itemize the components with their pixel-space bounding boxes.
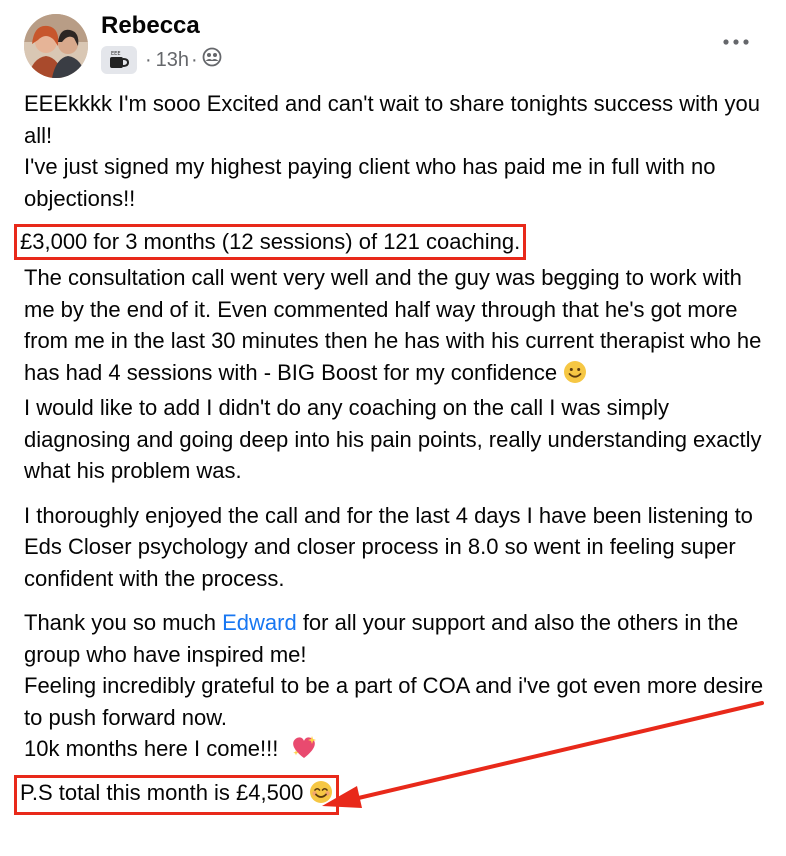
group-members-icon (202, 47, 222, 73)
post-text-enjoyed: I thoroughly enjoyed the call and for th… (24, 502, 753, 591)
post-text-thanks-start: Thank you so much (24, 610, 223, 635)
avatar-photo (24, 14, 88, 78)
meta-separator: · (145, 48, 152, 71)
sparkling-heart-icon (290, 734, 318, 769)
post-text-diagnosing: I would like to add I didn't do any coac… (24, 395, 762, 483)
post-body: EEEkkkk I'm sooo Excited and can't wait … (14, 88, 770, 815)
avatar[interactable] (24, 14, 88, 78)
mention-link-edward[interactable]: Edward (222, 610, 297, 635)
post-meta: EEE · 13h · (101, 46, 222, 74)
more-options-button[interactable] (718, 30, 754, 54)
meta-separator-2: · (191, 48, 198, 71)
highlight-box-total: P.S total this month is £4,500 (14, 774, 340, 815)
timestamp[interactable]: 13h (156, 49, 189, 72)
post-text-consultation: The consultation call went very well and… (24, 265, 762, 385)
post-text-total: P.S total this month is £4,500 (20, 779, 304, 805)
highlight-box-price: £3,000 for 3 months (12 sessions) of 121… (14, 224, 527, 260)
post-text-10k: 10k months here I come!!! (24, 736, 279, 761)
smiling-face-icon (563, 360, 587, 393)
smiling-eyes-icon (309, 780, 333, 812)
facebook-post: Rebecca EEE · 13h · EEEkkkk I'm sooo Exc… (0, 0, 786, 856)
more-options-icon (723, 39, 749, 45)
post-text-intro: EEEkkkk I'm sooo Excited and can't wait … (24, 91, 760, 148)
post-text-signed: I've just signed my highest paying clien… (24, 154, 716, 211)
coffee-mug-badge-icon[interactable]: EEE (101, 46, 137, 74)
post-text-grateful: Feeling incredibly grateful to be a part… (24, 673, 764, 730)
svg-text:EEE: EEE (111, 51, 120, 57)
author-name[interactable]: Rebecca (101, 12, 200, 40)
